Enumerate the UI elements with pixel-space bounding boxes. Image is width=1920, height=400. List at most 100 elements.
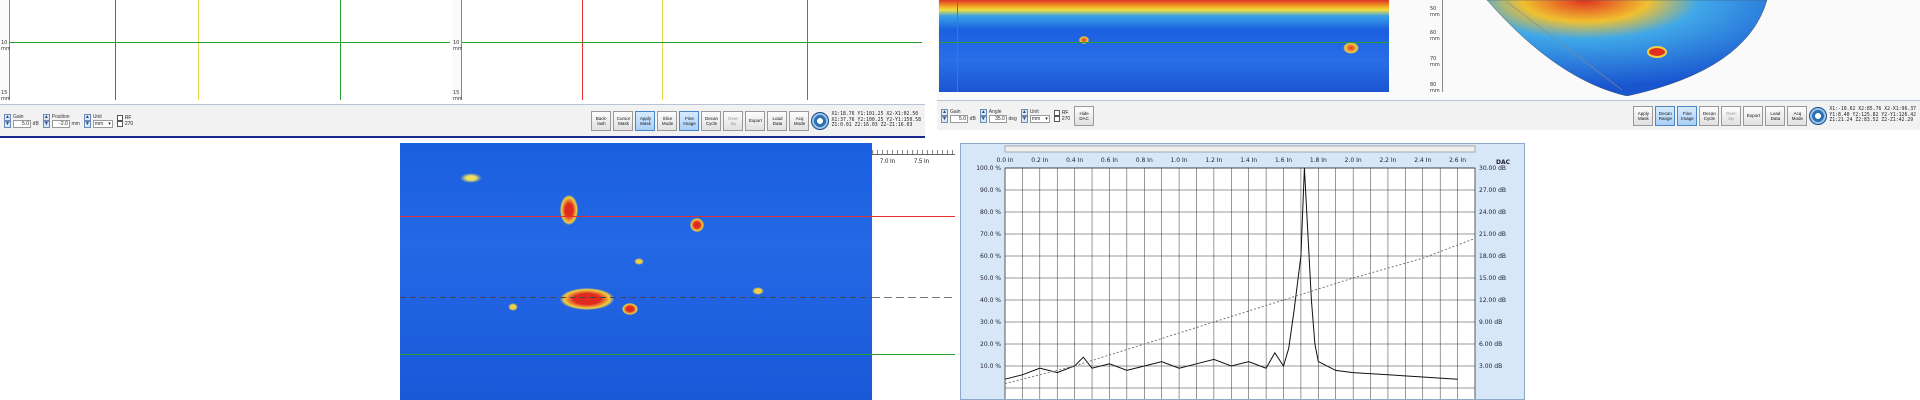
cursor-mask-button[interactable]: Cursor Mask xyxy=(613,110,634,131)
cursor-horizontal-line[interactable] xyxy=(462,42,922,43)
ruler-label: 70 mm xyxy=(1430,56,1440,68)
apply-mask-button[interactable]: Apply Mask xyxy=(635,110,656,131)
cursor-horizontal-line[interactable] xyxy=(939,42,1389,43)
readout-line: X1:-10.62 X2:85.76 X2-X1:96.37 xyxy=(1829,107,1916,113)
indication-blob xyxy=(752,287,764,295)
270-label: 270 xyxy=(1061,115,1071,122)
gain-input[interactable]: 5.0 xyxy=(950,114,968,123)
down-arrow-icon[interactable]: ▼ xyxy=(83,120,91,128)
up-arrow-icon[interactable]: ▲ xyxy=(979,108,987,116)
cursor-green-line[interactable] xyxy=(957,0,958,92)
cursor-yellow-line[interactable] xyxy=(198,0,199,100)
indication-blob xyxy=(634,258,644,265)
down-arrow-icon[interactable]: ▼ xyxy=(979,115,987,123)
y-right-tick-label: 27.00 dB xyxy=(1479,187,1506,194)
left-depth-ruler: 10 mm 15 mm xyxy=(0,0,11,102)
readout-line: Z1:0.01 Z2:16.03 Z2-Z1:16.03 xyxy=(831,123,913,129)
x-tick-label: 1.0 In xyxy=(1171,157,1188,164)
up-arrow-icon[interactable]: ▲ xyxy=(4,113,11,121)
cursor-horizontal-line[interactable] xyxy=(10,42,450,43)
gain-stepper[interactable]: ▲ ▼ xyxy=(941,108,948,123)
angle-control: ▲ ▼ Angle 35.0 deg xyxy=(979,108,1017,123)
sector-scan[interactable] xyxy=(1447,0,1920,96)
270-checkbox[interactable]: 270 xyxy=(1053,115,1071,122)
settings-gear-icon[interactable] xyxy=(811,111,830,130)
y-right-tick-label: 21.00 dB xyxy=(1479,231,1506,238)
y-left-tick-label: 50.0 % xyxy=(980,275,1001,282)
checkbox-box[interactable] xyxy=(1053,115,1060,122)
x-tick-label: 1.6 In xyxy=(1275,157,1292,164)
angle-stepper[interactable]: ▲ ▼ xyxy=(979,108,987,123)
checkbox-group: RF 270 xyxy=(1053,109,1071,122)
hide-dac-button[interactable]: Hide DAC xyxy=(1074,105,1095,126)
toolbar-buttons: Apply Mask Decan Range Fine Image Decan … xyxy=(1633,105,1916,126)
cursor-green-line[interactable] xyxy=(807,0,808,100)
indication-blob xyxy=(622,303,638,315)
y-left-tick-label: 80.0 % xyxy=(980,209,1001,216)
right-plot-area[interactable] xyxy=(462,0,922,100)
gain-input[interactable]: 5.0 xyxy=(13,119,31,128)
up-arrow-icon[interactable]: ▲ xyxy=(42,113,50,121)
settings-gear-icon[interactable] xyxy=(1809,106,1828,125)
cursor-green-line[interactable] xyxy=(400,354,872,355)
dac-label: DAC xyxy=(1496,159,1511,166)
down-arrow-icon[interactable]: ▼ xyxy=(941,115,948,123)
backlash-button[interactable]: Back- lash xyxy=(591,110,612,131)
position-input[interactable]: -2.0 xyxy=(51,119,70,128)
export-button[interactable]: Export xyxy=(1743,105,1764,126)
unit-select[interactable]: mm xyxy=(1029,114,1050,123)
depth-ruler: 50 mm 60 mm 70 mm 80 mm xyxy=(1429,0,1443,94)
export-button[interactable]: Export xyxy=(745,110,766,131)
overlay-button[interactable]: Over- lay xyxy=(723,110,744,131)
fine-image-button[interactable]: Fine Image xyxy=(679,110,700,131)
y-left-ticks: 100.0 % 90.0 % 80.0 % 70.0 % 60.0 % 50.0 % 40.… xyxy=(976,165,1001,370)
decan-cycle-button[interactable]: Decan Cycle xyxy=(1699,105,1720,126)
x-tick-label: 0.0 In xyxy=(996,157,1013,164)
gain-stepper[interactable]: ▲ ▼ xyxy=(4,113,11,128)
y-left-tick-label: 30.0 % xyxy=(980,319,1001,326)
270-checkbox[interactable]: 270 xyxy=(116,120,133,127)
overlay-button[interactable]: Over- lay xyxy=(1721,105,1742,126)
cursor-green-line[interactable] xyxy=(340,0,341,100)
load-data-button[interactable]: Load Data xyxy=(1765,105,1786,126)
cursor-red-line[interactable] xyxy=(582,0,583,100)
decan-range-button[interactable]: Decan Range xyxy=(1655,105,1676,126)
y-right-tick-label: 15.00 dB xyxy=(1479,275,1506,282)
up-arrow-icon[interactable]: ▲ xyxy=(1020,108,1028,116)
apply-mask-button[interactable]: Apply Mask xyxy=(1633,105,1654,126)
down-arrow-icon[interactable]: ▼ xyxy=(1020,115,1028,123)
y-right-tick-label: 30.00 dB xyxy=(1479,165,1506,172)
acq-mode-button[interactable]: Acq Mode xyxy=(789,110,810,131)
unit-stepper[interactable]: ▲ ▼ xyxy=(83,113,91,128)
y-right-tick-label: 9.00 dB xyxy=(1479,319,1502,326)
left-plot-area[interactable] xyxy=(10,0,450,100)
position-stepper[interactable]: ▲ ▼ xyxy=(42,113,50,128)
position-control: ▲ ▼ Position -2.0 mm xyxy=(42,113,80,128)
unit-stepper[interactable]: ▲ ▼ xyxy=(1020,108,1028,123)
cursor-red-line[interactable] xyxy=(400,216,872,217)
decan-cycle-button[interactable]: Decan Cycle xyxy=(701,110,722,131)
down-arrow-icon[interactable]: ▼ xyxy=(4,120,11,128)
cursor-red-line[interactable] xyxy=(115,0,116,100)
checkbox-box[interactable] xyxy=(116,120,123,127)
up-arrow-icon[interactable]: ▲ xyxy=(941,108,948,116)
ascan-chart[interactable]: 0.0 In 0.2 In 0.4 In 0.6 In 0.8 In 1.0 In 1.2 … xyxy=(961,144,1525,400)
cscan-heatmap[interactable] xyxy=(400,143,872,400)
load-data-button[interactable]: Load Data xyxy=(767,110,788,131)
indication-blob xyxy=(460,173,482,183)
angle-input[interactable]: 35.0 xyxy=(988,114,1007,123)
slice-mode-button[interactable]: Slice Mode xyxy=(657,110,678,131)
indication-blob xyxy=(1647,46,1667,58)
cursor-yellow-line[interactable] xyxy=(662,0,663,100)
indication-blob xyxy=(690,218,704,232)
y-left-tick-label: 40.0 % xyxy=(980,297,1001,304)
unit-control: ▲ ▼ Unit mm xyxy=(83,113,113,128)
fine-image-button[interactable]: Fine Image xyxy=(1677,105,1698,126)
y-right-tick-label: 12.00 dB xyxy=(1479,297,1506,304)
down-arrow-icon[interactable]: ▼ xyxy=(42,120,50,128)
unit-select[interactable]: mm xyxy=(92,119,113,128)
cursor-dashed-line[interactable] xyxy=(400,297,872,298)
bscan-heatmap[interactable] xyxy=(939,0,1389,92)
up-arrow-icon[interactable]: ▲ xyxy=(83,113,91,121)
acq-mode-button[interactable]: Acq Mode xyxy=(1787,105,1808,126)
